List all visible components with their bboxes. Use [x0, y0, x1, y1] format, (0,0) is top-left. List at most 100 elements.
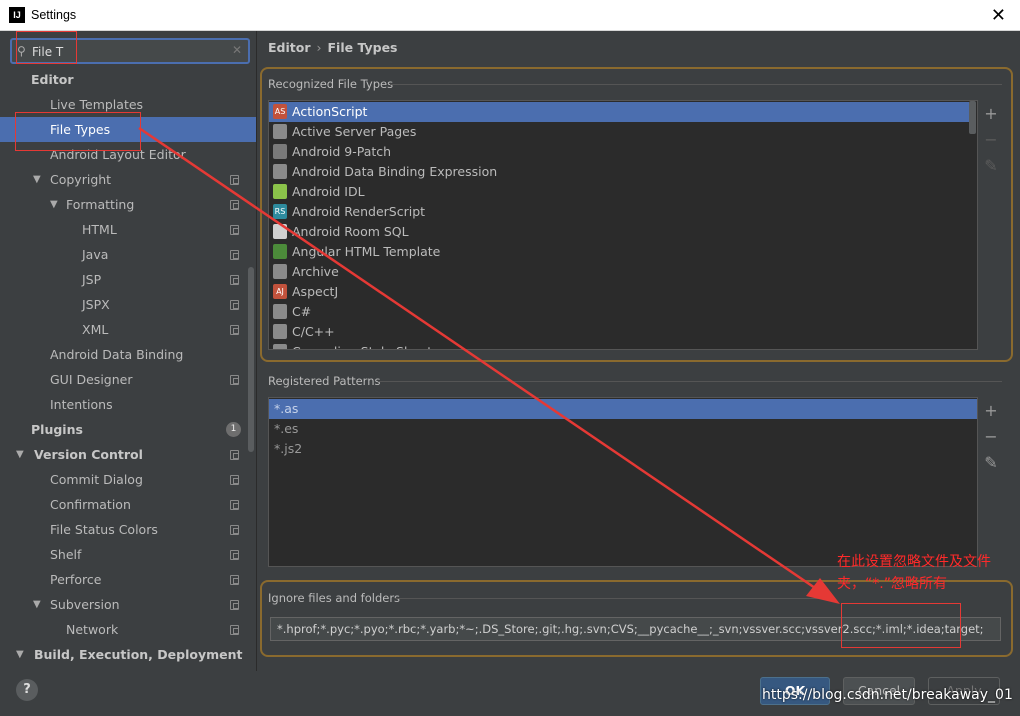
window-title: Settings [31, 8, 77, 22]
sidebar-item[interactable]: ▼ Version Control [0, 442, 257, 467]
aspectj-icon: AJ [273, 284, 287, 299]
sidebar-item[interactable]: File Status Colors [0, 517, 257, 542]
sidebar-item[interactable]: Android Data Binding [0, 342, 257, 367]
remove-file-type-button[interactable]: − [981, 130, 1001, 150]
angular-html-icon [273, 244, 287, 259]
sidebar-item[interactable]: GUI Designer [0, 367, 257, 392]
file-type-row[interactable]: AJ AspectJ [269, 282, 969, 302]
file-type-row[interactable]: Angular HTML Template [269, 242, 969, 262]
file-types-list[interactable]: AS ActionScript Active Server Pages Android… [268, 100, 978, 350]
add-pattern-button[interactable]: + [981, 401, 1001, 421]
file-type-label: Android RenderScript [292, 204, 426, 219]
cpp-icon [273, 324, 287, 339]
project-scope-icon [230, 375, 239, 385]
file-type-row[interactable]: C/C++ [269, 322, 969, 342]
clear-search-icon[interactable]: ✕ [232, 43, 242, 57]
add-file-type-button[interactable]: + [981, 104, 1001, 124]
sidebar-item[interactable]: ▼ Formatting [0, 192, 257, 217]
remove-pattern-button[interactable]: − [981, 427, 1001, 447]
file-types-scrollbar[interactable] [969, 101, 976, 134]
sidebar-item[interactable]: JSPX [0, 292, 257, 317]
archive-icon [273, 264, 287, 279]
edit-pattern-button[interactable]: ✎ [981, 453, 1001, 473]
file-type-label: C# [292, 304, 312, 319]
databinding-icon [273, 164, 287, 179]
sidebar-item-label: Confirmation [50, 497, 131, 512]
sidebar-item[interactable]: XML [0, 317, 257, 342]
file-type-row[interactable]: Android 9-Patch [269, 142, 969, 162]
update-count-badge: 1 [226, 422, 241, 437]
file-type-row[interactable]: Cascading Style Sheet [269, 342, 969, 349]
expand-arrow-icon[interactable]: ▼ [33, 592, 41, 617]
pattern-row[interactable]: *.js2 [269, 439, 977, 459]
divider [395, 598, 835, 599]
sidebar-item-label: XML [82, 322, 109, 337]
sidebar-item[interactable]: Intentions [0, 392, 257, 417]
sidebar-item[interactable]: ▼ Copyright [0, 167, 257, 192]
file-type-row[interactable]: C# [269, 302, 969, 322]
sidebar-item[interactable]: ▼ Subversion [0, 592, 257, 617]
expand-arrow-icon[interactable]: ▼ [16, 642, 24, 667]
sidebar-item[interactable]: ▼ Build, Execution, Deployment [0, 642, 257, 667]
pattern-row[interactable]: *.es [269, 419, 977, 439]
file-type-label: Angular HTML Template [292, 244, 441, 259]
file-type-row[interactable]: RS Android RenderScript [269, 202, 969, 222]
app-logo-icon: IJ [9, 7, 25, 23]
breadcrumb-current: File Types [327, 40, 398, 55]
file-type-row[interactable]: Archive [269, 262, 969, 282]
sidebar-item-label: Build, Execution, Deployment [34, 647, 243, 662]
patterns-list[interactable]: *.as *.es *.js2 [268, 397, 978, 567]
sidebar-item[interactable]: Confirmation [0, 492, 257, 517]
sidebar-item[interactable]: JSP [0, 267, 257, 292]
sidebar-item[interactable]: Plugins 1 [0, 417, 257, 442]
breadcrumb: Editor › File Types [268, 40, 398, 55]
file-type-row[interactable]: Android IDL [269, 182, 969, 202]
file-type-label: ActionScript [292, 104, 368, 119]
project-scope-icon [230, 600, 239, 610]
css-icon [273, 344, 287, 349]
file-type-label: Android Data Binding Expression [292, 164, 498, 179]
sidebar-item[interactable]: Shelf [0, 542, 257, 567]
sidebar-item[interactable]: Java [0, 242, 257, 267]
project-scope-icon [230, 325, 239, 335]
expand-arrow-icon[interactable]: ▼ [50, 192, 58, 217]
project-scope-icon [230, 175, 239, 185]
project-scope-icon [230, 225, 239, 235]
project-scope-icon [230, 525, 239, 535]
annotation-highlight-box [841, 603, 961, 648]
sidebar-item[interactable]: Commit Dialog [0, 467, 257, 492]
pattern-row[interactable]: *.as [269, 399, 977, 419]
title-bar: IJ Settings ✕ [0, 0, 1020, 31]
close-icon[interactable]: ✕ [991, 5, 1006, 25]
csharp-icon [273, 304, 287, 319]
android-icon [273, 184, 287, 199]
sidebar-scrollbar[interactable] [248, 267, 254, 452]
sidebar-item[interactable]: Editor [0, 67, 257, 92]
file-type-row[interactable]: Android Data Binding Expression [269, 162, 969, 182]
sidebar-item[interactable]: Perforce [0, 567, 257, 592]
breadcrumb-separator: › [316, 40, 322, 55]
breadcrumb-parent: Editor [268, 40, 311, 55]
file-type-row[interactable]: Active Server Pages [269, 122, 969, 142]
edit-file-type-button[interactable]: ✎ [981, 156, 1001, 176]
sidebar-item-label: File Status Colors [50, 522, 158, 537]
sidebar-item[interactable]: HTML [0, 217, 257, 242]
file-type-row[interactable]: AS ActionScript [269, 102, 969, 122]
sidebar-item-label: Shelf [50, 547, 82, 562]
file-type-row[interactable]: Android Room SQL [269, 222, 969, 242]
sql-icon [273, 224, 287, 239]
sidebar-item-label: Network [66, 622, 119, 637]
help-button[interactable]: ? [16, 679, 38, 701]
patterns-label: Registered Patterns [268, 374, 381, 388]
file-type-label: Android IDL [292, 184, 365, 199]
pattern-label: *.as [274, 401, 299, 416]
sidebar-item-label: Plugins [31, 422, 83, 437]
sidebar-item[interactable]: Network [0, 617, 257, 642]
expand-arrow-icon[interactable]: ▼ [33, 167, 41, 192]
project-scope-icon [230, 250, 239, 260]
annotation-text: 在此设置忽略文件及文件夹，“*.”忽略所有 [837, 554, 991, 592]
expand-arrow-icon[interactable]: ▼ [16, 442, 24, 467]
ignore-label: Ignore files and folders [268, 591, 401, 605]
file-type-label: Archive [292, 264, 339, 279]
project-scope-icon [230, 500, 239, 510]
